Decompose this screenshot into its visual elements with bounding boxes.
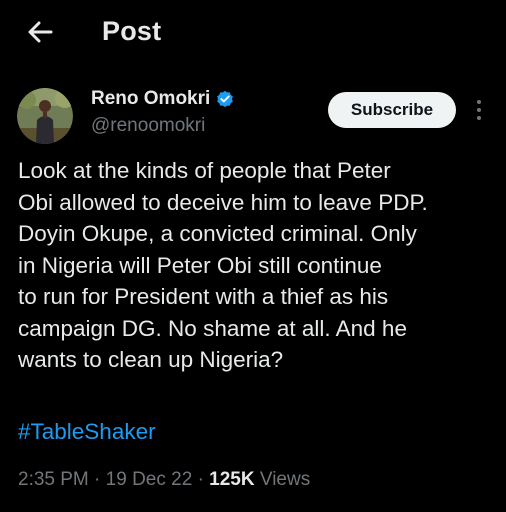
hashtag-link[interactable]: #TableShaker xyxy=(18,419,156,445)
profile-photo xyxy=(17,88,73,144)
meta-separator: · xyxy=(197,469,204,490)
post-text: Look at the kinds of people that Peter O… xyxy=(18,155,498,376)
author-name-row: Reno Omokri xyxy=(91,88,235,110)
back-button[interactable] xyxy=(22,14,58,50)
post-text-line: Doyin Okupe, a convicted criminal. Only xyxy=(18,221,417,246)
more-options-button[interactable] xyxy=(470,98,488,122)
post-text-line: Obi allowed to deceive him to leave PDP. xyxy=(18,189,428,215)
post-time[interactable]: 2:35 PM xyxy=(18,469,89,490)
post-date[interactable]: 19 Dec 22 xyxy=(106,469,193,490)
top-bar: Post xyxy=(0,0,506,66)
author-display-name[interactable]: Reno Omokri xyxy=(91,88,210,110)
post-text-line: campaign DG. No shame at all. And he xyxy=(18,315,407,341)
post-metadata: 2:35 PM · 19 Dec 22 · 125K Views xyxy=(18,469,310,491)
meta-separator: · xyxy=(94,469,101,490)
post-text-line: in Nigeria will Peter Obi still continue xyxy=(18,252,382,278)
verified-badge-icon xyxy=(217,90,234,108)
post-text-line: wants to clean up Nigeria? xyxy=(18,347,284,372)
arrow-left-icon xyxy=(28,21,53,43)
post-text-line: to run for President with a thief as his xyxy=(18,284,389,309)
avatar[interactable] xyxy=(17,88,73,144)
views-count[interactable]: 125K xyxy=(209,469,254,490)
views-label: Views xyxy=(259,469,311,490)
post-text-line: Look at the kinds of people that Peter xyxy=(18,158,391,183)
author-handle[interactable]: @renoomokri xyxy=(91,115,205,137)
more-vertical-icon xyxy=(477,100,481,120)
page-title: Post xyxy=(102,16,162,46)
subscribe-button[interactable]: Subscribe xyxy=(328,92,456,128)
